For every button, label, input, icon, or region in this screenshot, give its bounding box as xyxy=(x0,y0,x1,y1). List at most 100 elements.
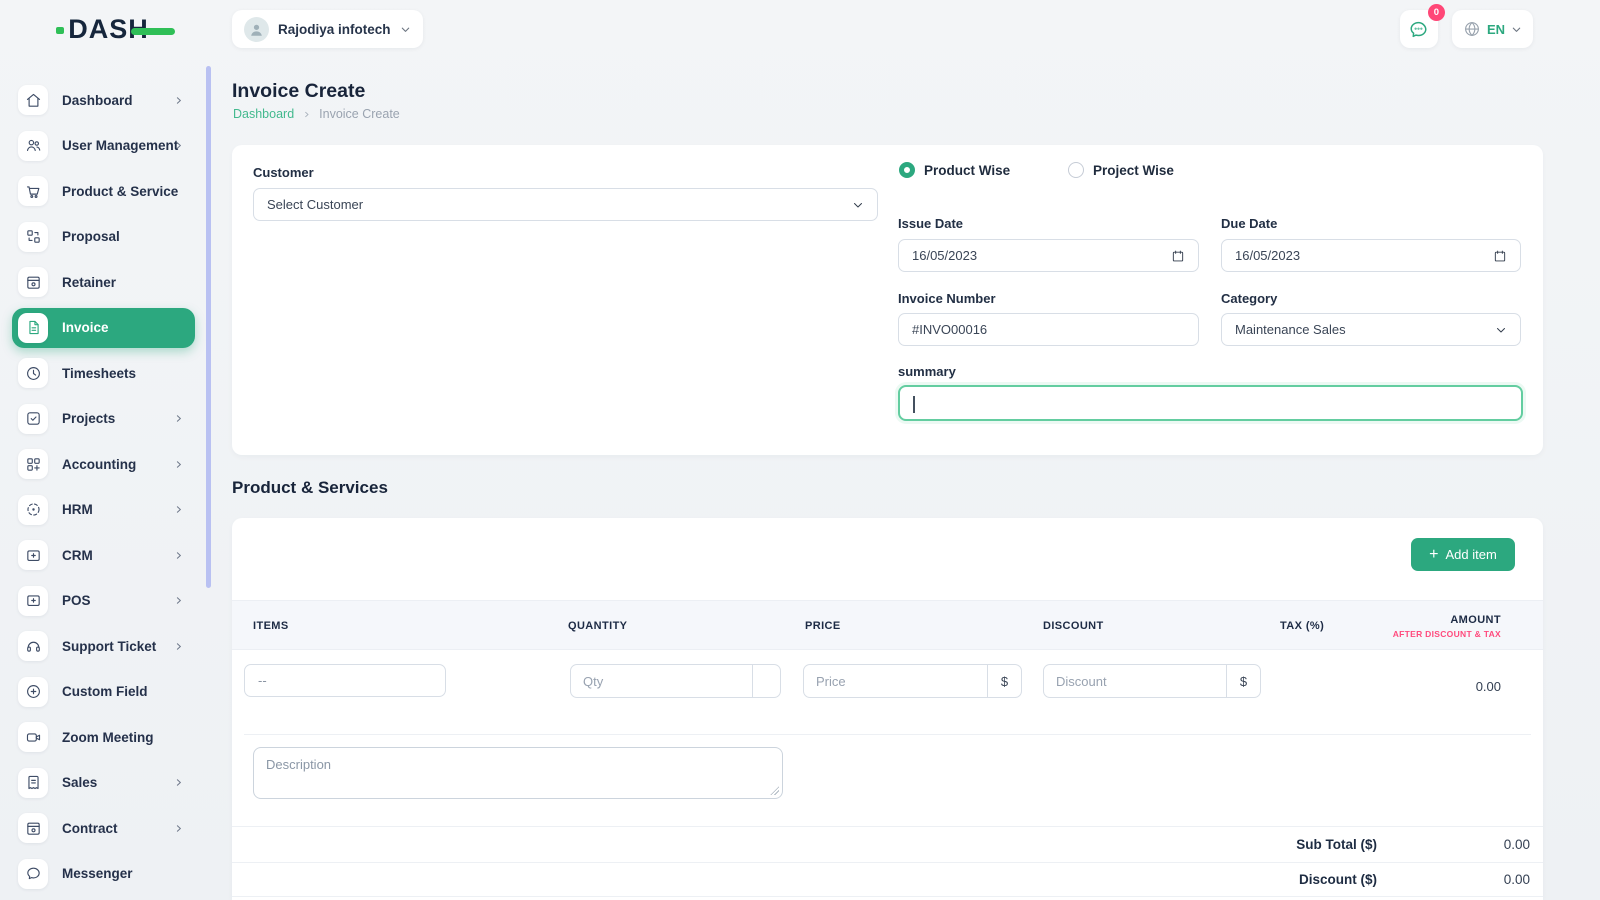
product-wise-option[interactable]: Product Wise xyxy=(899,162,1010,178)
subtotal-label: Sub Total ($) xyxy=(1296,837,1377,852)
project-wise-radio[interactable] xyxy=(1068,162,1084,178)
due-date-label: Due Date xyxy=(1221,216,1277,231)
col-price: PRICE xyxy=(805,601,841,651)
due-date-input[interactable]: 16/05/2023 xyxy=(1221,239,1521,272)
col-items: ITEMS xyxy=(253,601,289,651)
sidebar-item-label: Retainer xyxy=(62,275,116,290)
chevron-right-icon xyxy=(173,595,184,606)
issue-date-input[interactable]: 16/05/2023 xyxy=(898,239,1199,272)
description-field-wrap xyxy=(253,747,783,799)
col-amount-title: AMOUNT xyxy=(1450,614,1501,626)
sidebar-item-pos[interactable]: POS xyxy=(12,581,195,621)
sidebar-item-support-ticket[interactable]: Support Ticket xyxy=(12,626,195,666)
messages-button[interactable]: 0 xyxy=(1400,10,1438,48)
discount-input[interactable] xyxy=(1044,665,1226,697)
customer-select[interactable]: Select Customer xyxy=(253,188,878,221)
invoice-number-input[interactable] xyxy=(898,313,1199,346)
product-wise-label: Product Wise xyxy=(924,163,1010,178)
chevron-right-icon xyxy=(173,95,184,106)
sidebar-item-contract[interactable]: Contract xyxy=(12,808,195,848)
subtotal-row: Sub Total ($) 0.00 xyxy=(232,826,1543,862)
discount-total-value: 0.00 xyxy=(1377,872,1530,887)
product-wise-radio[interactable] xyxy=(899,162,915,178)
task-check-icon xyxy=(18,404,48,434)
col-discount: DISCOUNT xyxy=(1043,601,1104,651)
sidebar-item-label: Timesheets xyxy=(62,366,136,381)
users-icon xyxy=(18,131,48,161)
top-header: DASH Rajodiya infotech 0 EN xyxy=(0,0,1600,58)
sidebar-item-invoice[interactable]: Invoice xyxy=(12,308,195,348)
sidebar-item-retainer[interactable]: Retainer xyxy=(12,262,195,302)
chevron-down-icon xyxy=(852,199,864,211)
sidebar-item-custom-field[interactable]: Custom Field xyxy=(12,672,195,712)
page-title: Invoice Create xyxy=(232,80,365,103)
price-input[interactable] xyxy=(804,665,987,697)
sidebar-item-dashboard[interactable]: Dashboard xyxy=(12,80,195,120)
project-wise-option[interactable]: Project Wise xyxy=(1068,162,1174,178)
chevron-right-icon xyxy=(173,641,184,652)
card-plus-icon xyxy=(18,586,48,616)
discount-total-row: Discount ($) 0.00 xyxy=(232,862,1543,898)
workspace-switcher[interactable]: Rajodiya infotech xyxy=(232,10,423,48)
swap-boxes-icon xyxy=(18,222,48,252)
logo-wrap: DASH xyxy=(0,14,205,45)
person-icon xyxy=(249,22,264,37)
chevron-right-icon xyxy=(173,777,184,788)
sidebar-item-label: User Management xyxy=(62,138,178,153)
card-badge-icon xyxy=(18,267,48,297)
workspace-avatar xyxy=(244,17,269,42)
chat-bubble-icon xyxy=(1408,19,1429,40)
cart-icon xyxy=(18,176,48,206)
item-select-value: -- xyxy=(245,673,445,688)
category-select[interactable]: Maintenance Sales xyxy=(1221,313,1521,346)
sidebar-item-product-service[interactable]: Product & Service xyxy=(12,171,195,211)
subtotal-value: 0.00 xyxy=(1377,837,1530,852)
chevron-right-icon xyxy=(173,413,184,424)
sidebar-item-hrm[interactable]: HRM xyxy=(12,490,195,530)
sidebar-item-user-management[interactable]: User Management xyxy=(12,126,195,166)
sidebar-item-label: Proposal xyxy=(62,229,120,244)
row-divider xyxy=(244,734,1531,735)
issue-date-label: Issue Date xyxy=(898,216,963,231)
breadcrumb: Dashboard Invoice Create xyxy=(233,107,400,121)
sidebar-item-crm[interactable]: CRM xyxy=(12,535,195,575)
sidebar-item-accounting[interactable]: Accounting xyxy=(12,444,195,484)
sidebar-item-label: POS xyxy=(62,593,91,608)
price-input-group: $ xyxy=(803,664,1022,698)
items-card: + Add item ITEMS QUANTITY PRICE DISCOUNT… xyxy=(232,518,1543,900)
messages-badge: 0 xyxy=(1428,4,1445,21)
sidebar-item-proposal[interactable]: Proposal xyxy=(12,217,195,257)
sidebar-item-timesheets[interactable]: Timesheets xyxy=(12,353,195,393)
language-selector[interactable]: EN xyxy=(1452,10,1533,48)
quantity-stepper[interactable] xyxy=(752,665,780,697)
app-logo[interactable]: DASH xyxy=(56,14,149,45)
row-amount-value: 0.00 xyxy=(1476,679,1501,694)
sidebar-item-label: Support Ticket xyxy=(62,639,156,654)
sidebar-item-projects[interactable]: Projects xyxy=(12,399,195,439)
item-select[interactable]: -- xyxy=(244,664,446,697)
video-camera-icon xyxy=(18,722,48,752)
customer-label: Customer xyxy=(253,165,314,180)
quantity-input-group xyxy=(570,664,781,698)
plus-circle-icon xyxy=(18,677,48,707)
sidebar-item-sales[interactable]: Sales xyxy=(12,763,195,803)
dashed-circle-icon xyxy=(18,495,48,525)
sidebar-item-label: Sales xyxy=(62,775,97,790)
add-item-button[interactable]: + Add item xyxy=(1411,538,1515,571)
resize-grip-icon[interactable] xyxy=(770,786,779,795)
sidebar-item-label: Zoom Meeting xyxy=(62,730,154,745)
issue-date-value: 16/05/2023 xyxy=(899,248,1171,263)
sidebar-item-zoom-meeting[interactable]: Zoom Meeting xyxy=(12,717,195,757)
description-textarea[interactable] xyxy=(253,747,783,799)
quantity-input[interactable] xyxy=(571,665,752,697)
home-icon xyxy=(18,85,48,115)
category-label: Category xyxy=(1221,291,1277,306)
summary-textarea[interactable] xyxy=(898,385,1523,421)
chevron-down-icon xyxy=(400,24,411,35)
sidebar-scrollbar[interactable] xyxy=(206,66,211,588)
due-date-value: 16/05/2023 xyxy=(1222,248,1493,263)
receipt-icon xyxy=(18,768,48,798)
sidebar-item-messenger[interactable]: Messenger xyxy=(12,854,195,894)
breadcrumb-dashboard-link[interactable]: Dashboard xyxy=(233,107,294,121)
customer-select-value: Select Customer xyxy=(254,197,852,212)
